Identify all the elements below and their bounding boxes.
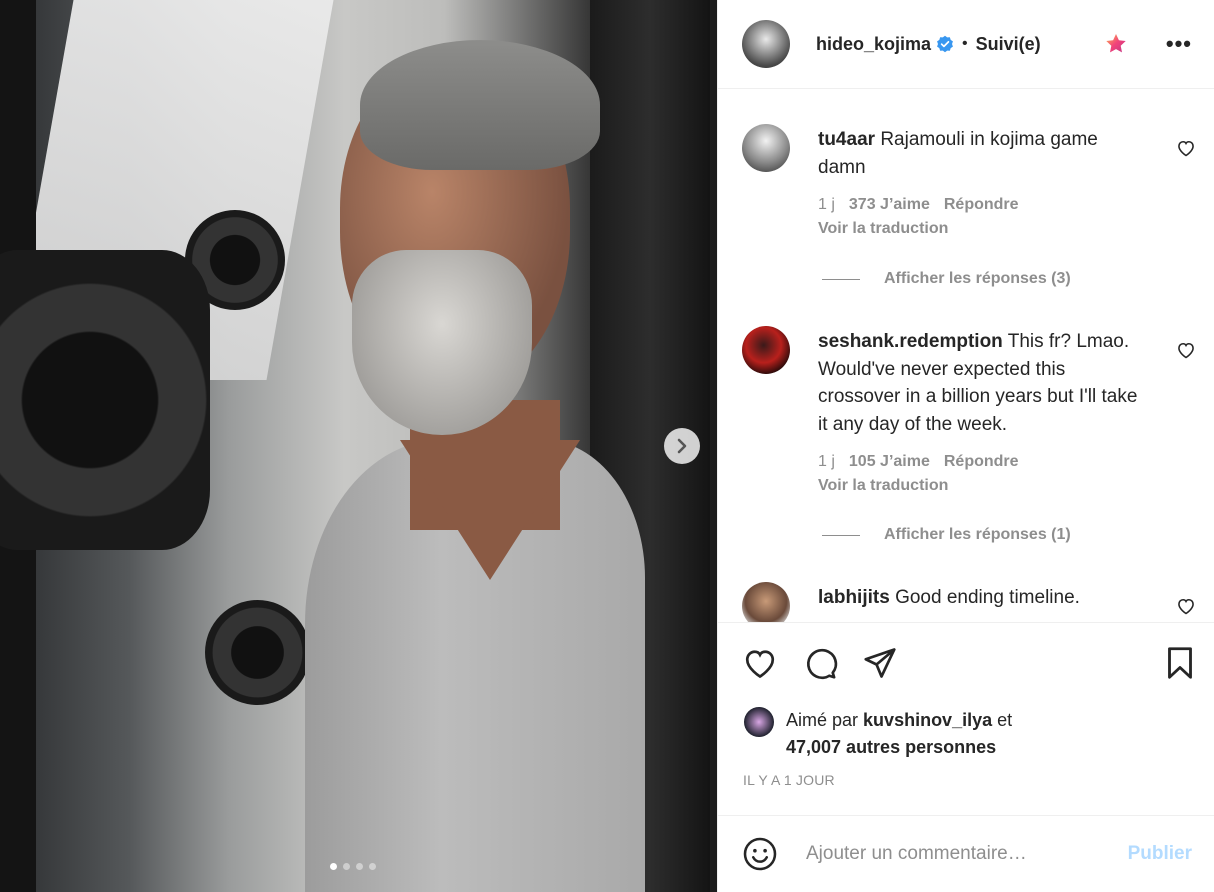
view-replies-button[interactable]: Afficher les réponses (1) — [822, 526, 1071, 544]
comment-meta: 1 j 105 J’aime Répondre — [818, 450, 1144, 474]
view-replies-button[interactable]: Afficher les réponses (3) — [822, 270, 1071, 288]
carousel-dot — [343, 863, 350, 870]
instagram-post-view: hideo_kojima • Suivi(e) ••• tu4aar Rajam… — [0, 0, 1214, 892]
reply-button[interactable]: Répondre — [944, 453, 1019, 470]
header-bullet: • — [962, 35, 968, 52]
comment-item: seshank.redemption This fr? Lmao. Would'… — [742, 326, 1196, 546]
comment-likes[interactable]: 373 J’aime — [849, 196, 930, 213]
likes-text: Aimé par kuvshinov_ilya et — [786, 707, 1012, 734]
heart-icon[interactable] — [1176, 138, 1196, 158]
view-replies-label: Afficher les réponses (1) — [884, 526, 1071, 543]
comment-username[interactable]: labhijits — [818, 587, 890, 608]
liker-username[interactable]: kuvshinov_ilya — [863, 710, 992, 730]
heart-icon[interactable] — [1176, 340, 1196, 360]
post-timestamp[interactable]: IL Y A 1 JOUR — [743, 772, 835, 788]
post-action-bar — [718, 622, 1214, 703]
liker-avatar[interactable] — [744, 707, 774, 737]
save-bookmark-icon[interactable] — [1162, 645, 1198, 681]
emoji-icon[interactable] — [742, 836, 778, 872]
post-photo[interactable] — [0, 0, 717, 892]
favorite-star-icon[interactable] — [1104, 32, 1128, 56]
person-beard — [352, 250, 532, 435]
comment-input[interactable] — [804, 842, 1128, 866]
add-comment-bar: Publier — [718, 815, 1214, 892]
author-username[interactable]: hideo_kojima — [816, 34, 931, 55]
comment-username[interactable]: seshank.redemption — [818, 331, 1003, 352]
reply-button[interactable]: Répondre — [944, 196, 1019, 213]
following-button[interactable]: Suivi(e) — [976, 34, 1041, 55]
share-send-icon[interactable] — [862, 645, 898, 681]
heart-icon[interactable] — [1176, 596, 1196, 616]
replies-line — [822, 278, 860, 280]
comment-age: 1 j — [818, 196, 835, 213]
comment-item: tu4aar Rajamouli in kojima game damn 1 j… — [742, 124, 1196, 334]
camera-lens-lower — [205, 600, 310, 705]
post-header: hideo_kojima • Suivi(e) ••• — [718, 0, 1214, 89]
more-options-button[interactable]: ••• — [1166, 33, 1192, 55]
verified-badge-icon — [937, 35, 953, 53]
view-replies-label: Afficher les réponses (3) — [884, 270, 1071, 287]
carousel-dot — [356, 863, 363, 870]
chevron-right-icon — [677, 438, 687, 454]
comments-list[interactable]: tu4aar Rajamouli in kojima game damn 1 j… — [718, 90, 1214, 622]
comment-text: Good ending timeline. — [895, 587, 1080, 608]
comment-avatar[interactable] — [742, 326, 790, 374]
likes-others[interactable]: 47,007 autres personnes — [786, 734, 1012, 761]
likes-prefix: Aimé par — [786, 710, 859, 730]
see-translation-link[interactable]: Voir la traduction — [818, 474, 1144, 498]
comment-body: tu4aar Rajamouli in kojima game damn 1 j… — [818, 126, 1144, 241]
person-hair — [360, 40, 600, 170]
comment-item: labhijits Good ending timeline. — [742, 582, 1196, 622]
like-heart-icon[interactable] — [742, 645, 778, 681]
carousel-dot — [369, 863, 376, 870]
comment-bubble-icon[interactable] — [802, 645, 838, 681]
likes-summary: Aimé par kuvshinov_ilya et 47,007 autres… — [744, 707, 1012, 761]
comment-age: 1 j — [818, 453, 835, 470]
comment-body: labhijits Good ending timeline. — [818, 584, 1144, 612]
shirt-neckline — [400, 440, 580, 580]
comment-likes[interactable]: 105 J’aime — [849, 453, 930, 470]
replies-line — [822, 534, 860, 536]
camera-body — [0, 250, 210, 550]
likes-conjunction: et — [997, 710, 1013, 730]
comment-username[interactable]: tu4aar — [818, 129, 875, 150]
comment-avatar[interactable] — [742, 582, 790, 622]
post-side-panel: hideo_kojima • Suivi(e) ••• tu4aar Rajam… — [717, 0, 1214, 892]
likes-count[interactable]: 47,007 autres personnes — [786, 737, 996, 757]
carousel-next-button[interactable] — [664, 428, 700, 464]
author-avatar[interactable] — [742, 20, 790, 68]
carousel-dots — [330, 863, 376, 870]
publish-button[interactable]: Publier — [1128, 843, 1192, 865]
comment-avatar[interactable] — [742, 124, 790, 172]
comment-meta: 1 j 373 J’aime Répondre — [818, 193, 1144, 217]
comment-body: seshank.redemption This fr? Lmao. Would'… — [818, 328, 1144, 498]
carousel-dot — [330, 863, 337, 870]
see-translation-link[interactable]: Voir la traduction — [818, 217, 1144, 241]
